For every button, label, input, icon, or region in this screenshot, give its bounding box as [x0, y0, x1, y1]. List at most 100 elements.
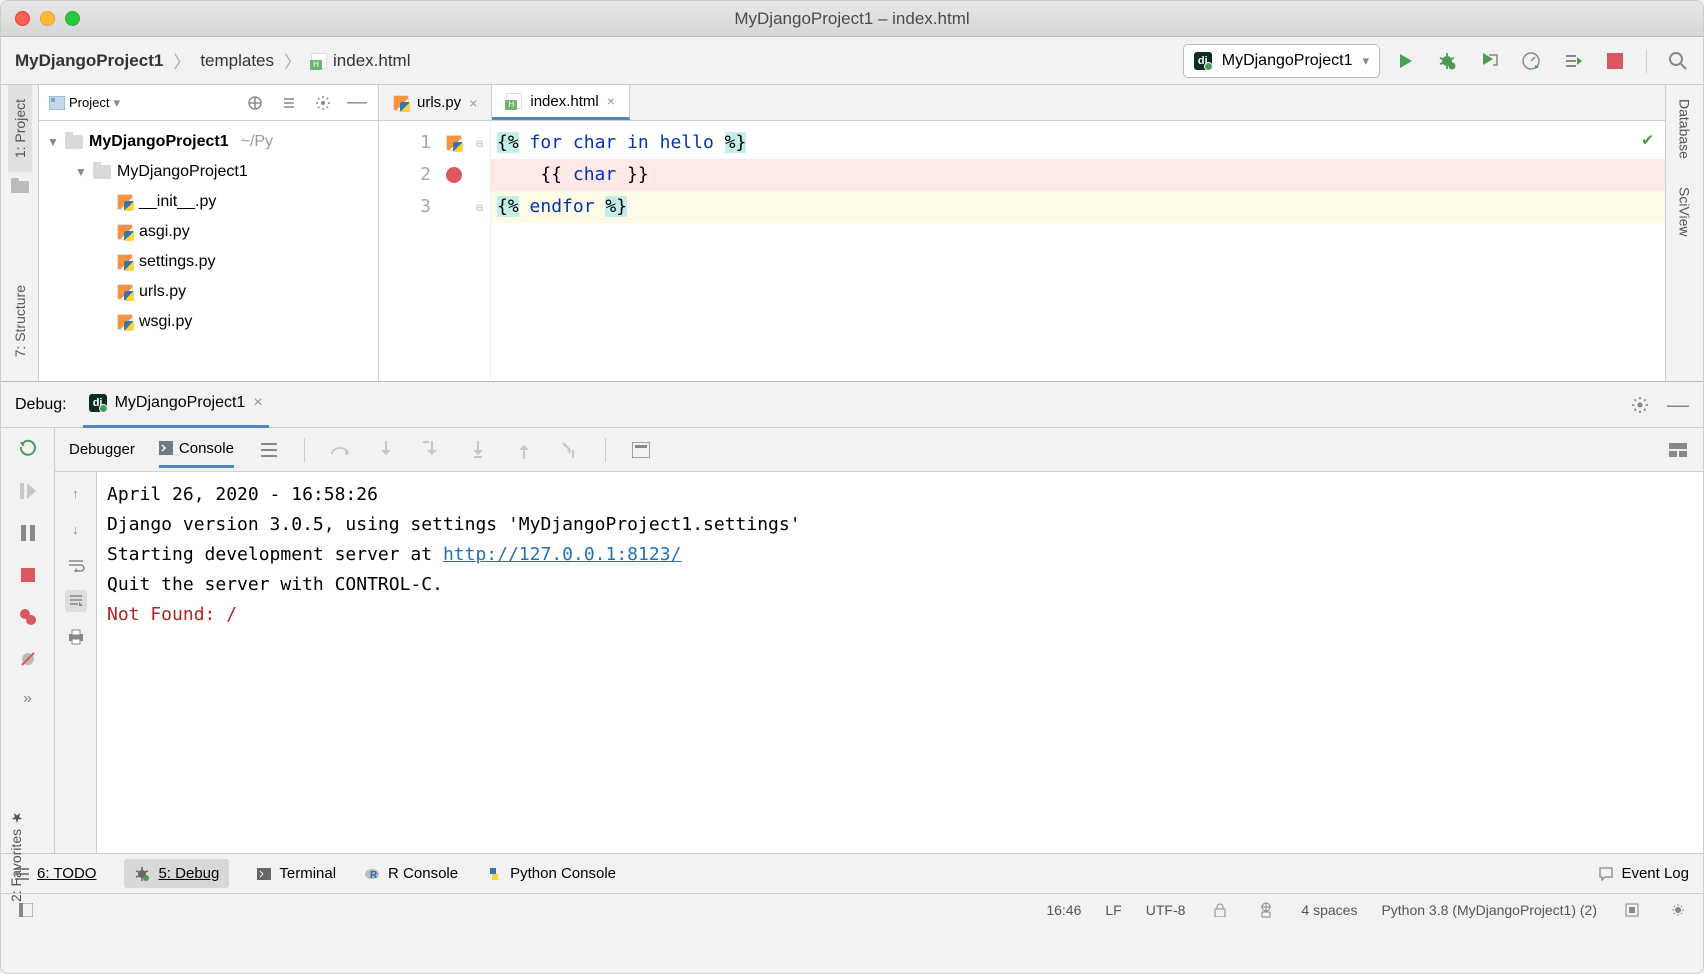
scroll-to-end-button[interactable]	[65, 590, 87, 612]
hide-panel-button[interactable]: —	[346, 92, 368, 114]
force-step-into-button[interactable]	[467, 439, 489, 461]
settings-gear-icon[interactable]	[312, 92, 334, 114]
step-into-my-code-button[interactable]	[421, 439, 443, 461]
editor-tab-index[interactable]: index.html×	[492, 85, 630, 120]
profile-button[interactable]	[1520, 50, 1542, 72]
project-tree[interactable]: ▼ MyDjangoProject1~/Py ▼ MyDjangoProject…	[39, 121, 378, 343]
project-tool-tab[interactable]: 1: Project	[8, 85, 32, 172]
server-url-link[interactable]: http://127.0.0.1:8123/	[443, 544, 681, 565]
r-icon: R	[364, 867, 380, 881]
breadcrumb-folder[interactable]: templates	[200, 51, 274, 71]
debug-tool-tab[interactable]: 5: Debug	[124, 859, 229, 888]
code-line[interactable]: {{ char }}	[491, 159, 1665, 191]
scroll-up-button[interactable]: ↑	[65, 482, 87, 504]
stop-button[interactable]	[1604, 50, 1626, 72]
hide-panel-button[interactable]: —	[1667, 394, 1689, 416]
breadcrumb-file[interactable]: index.html	[311, 51, 410, 71]
code-line[interactable]: {% endfor %}	[491, 191, 1665, 223]
step-into-button[interactable]	[375, 439, 397, 461]
pause-button[interactable]	[17, 522, 39, 544]
close-window-button[interactable]	[15, 11, 30, 26]
tree-file[interactable]: __init__.py	[39, 187, 378, 217]
project-view-selector[interactable]: Project▾	[49, 95, 120, 111]
more-button[interactable]: »	[23, 690, 32, 708]
structure-tool-tab[interactable]: 7: Structure	[8, 271, 32, 371]
editor-tabs: urls.py× index.html×	[379, 85, 1665, 121]
status-line-ending[interactable]: LF	[1105, 902, 1121, 918]
evaluate-expression-button[interactable]	[630, 439, 652, 461]
status-encoding[interactable]: UTF-8	[1146, 902, 1186, 918]
minimize-window-button[interactable]	[40, 11, 55, 26]
step-out-button[interactable]	[513, 439, 535, 461]
console-output[interactable]: April 26, 2020 - 16:58:26 Django version…	[97, 472, 1703, 853]
breakpoint-gutter[interactable]	[439, 121, 469, 381]
hector-icon[interactable]	[1255, 899, 1277, 921]
fold-close-icon[interactable]: ⊟	[469, 191, 490, 223]
editor-tab-urls[interactable]: urls.py×	[379, 85, 492, 120]
notification-icon[interactable]	[1667, 899, 1689, 921]
left-tool-gutter: 1: Project 7: Structure	[1, 85, 39, 381]
python-file-icon	[117, 194, 133, 210]
settings-gear-icon[interactable]	[1629, 394, 1651, 416]
debug-tool-window: Debug: dj MyDjangoProject1 × — » Debugge…	[1, 381, 1703, 853]
close-icon[interactable]: ×	[469, 95, 477, 111]
code-line[interactable]: {% for char in hello %}	[491, 127, 1665, 159]
resume-button[interactable]	[17, 480, 39, 502]
event-log-button[interactable]: Event Log	[1599, 865, 1689, 882]
debug-button[interactable]	[1436, 50, 1458, 72]
maximize-window-button[interactable]	[65, 11, 80, 26]
search-everywhere-button[interactable]	[1667, 50, 1689, 72]
sciview-tool-tab[interactable]: SciView	[1673, 173, 1697, 251]
run-coverage-button[interactable]	[1478, 50, 1500, 72]
readonly-toggle-icon[interactable]	[1209, 899, 1231, 921]
fold-gutter[interactable]: ⊟ ⊟	[469, 121, 491, 381]
mute-breakpoints-button[interactable]	[17, 648, 39, 670]
fold-open-icon[interactable]: ⊟	[469, 127, 490, 159]
tree-file[interactable]: urls.py	[39, 277, 378, 307]
view-breakpoints-button[interactable]	[17, 606, 39, 628]
close-icon[interactable]: ×	[253, 394, 262, 412]
rerun-button[interactable]	[17, 438, 39, 460]
favorites-tool-tab[interactable]: 2: Favorites ★	[8, 809, 24, 902]
close-icon[interactable]: ×	[607, 93, 615, 109]
python-file-icon	[117, 224, 133, 240]
status-interpreter[interactable]: Python 3.8 (MyDjangoProject1) (2)	[1381, 902, 1597, 918]
svg-text:R: R	[370, 870, 378, 881]
console-tab[interactable]: Console	[159, 440, 234, 468]
attach-debugger-button[interactable]	[1562, 50, 1584, 72]
tree-file[interactable]: wsgi.py	[39, 307, 378, 337]
memory-indicator-icon[interactable]	[1621, 899, 1643, 921]
debug-session-tab[interactable]: dj MyDjangoProject1 ×	[83, 382, 269, 428]
soft-wrap-button[interactable]	[65, 554, 87, 576]
breadcrumb-root[interactable]: MyDjangoProject1	[15, 51, 163, 71]
todo-tool-tab[interactable]: 6: TODO	[15, 865, 96, 882]
tree-file[interactable]: asgi.py	[39, 217, 378, 247]
python-console-tool-tab[interactable]: Python Console	[486, 865, 616, 882]
stop-debug-button[interactable]	[17, 564, 39, 586]
tree-root[interactable]: ▼ MyDjangoProject1~/Py	[39, 127, 378, 157]
tree-folder[interactable]: ▼ MyDjangoProject1	[39, 157, 378, 187]
inspection-ok-icon[interactable]: ✔	[1642, 129, 1653, 150]
debug-controls: »	[1, 428, 55, 853]
tree-file[interactable]: settings.py	[39, 247, 378, 277]
select-opened-file-button[interactable]	[244, 92, 266, 114]
menu-icon[interactable]	[258, 439, 280, 461]
folder-icon	[93, 165, 111, 179]
terminal-tool-tab[interactable]: Terminal	[257, 865, 336, 882]
layout-button[interactable]	[1667, 439, 1689, 461]
run-button[interactable]	[1394, 50, 1416, 72]
status-indent[interactable]: 4 spaces	[1301, 902, 1357, 918]
code-editor[interactable]: 1 2 3 ⊟ ⊟ {% for char in hello %} {{ cha…	[379, 121, 1665, 381]
step-over-button[interactable]	[329, 439, 351, 461]
run-config-selector[interactable]: dj MyDjangoProject1 ▾	[1183, 44, 1380, 78]
scroll-down-button[interactable]: ↓	[65, 518, 87, 540]
python-file-icon	[393, 95, 409, 111]
print-button[interactable]	[65, 626, 87, 648]
debugger-tab[interactable]: Debugger	[69, 441, 135, 458]
python-icon	[486, 866, 502, 882]
r-console-tool-tab[interactable]: RR Console	[364, 865, 458, 882]
database-tool-tab[interactable]: Database	[1673, 85, 1697, 173]
breakpoint-icon[interactable]	[446, 167, 462, 183]
run-to-cursor-button[interactable]	[559, 439, 581, 461]
expand-all-button[interactable]	[278, 92, 300, 114]
